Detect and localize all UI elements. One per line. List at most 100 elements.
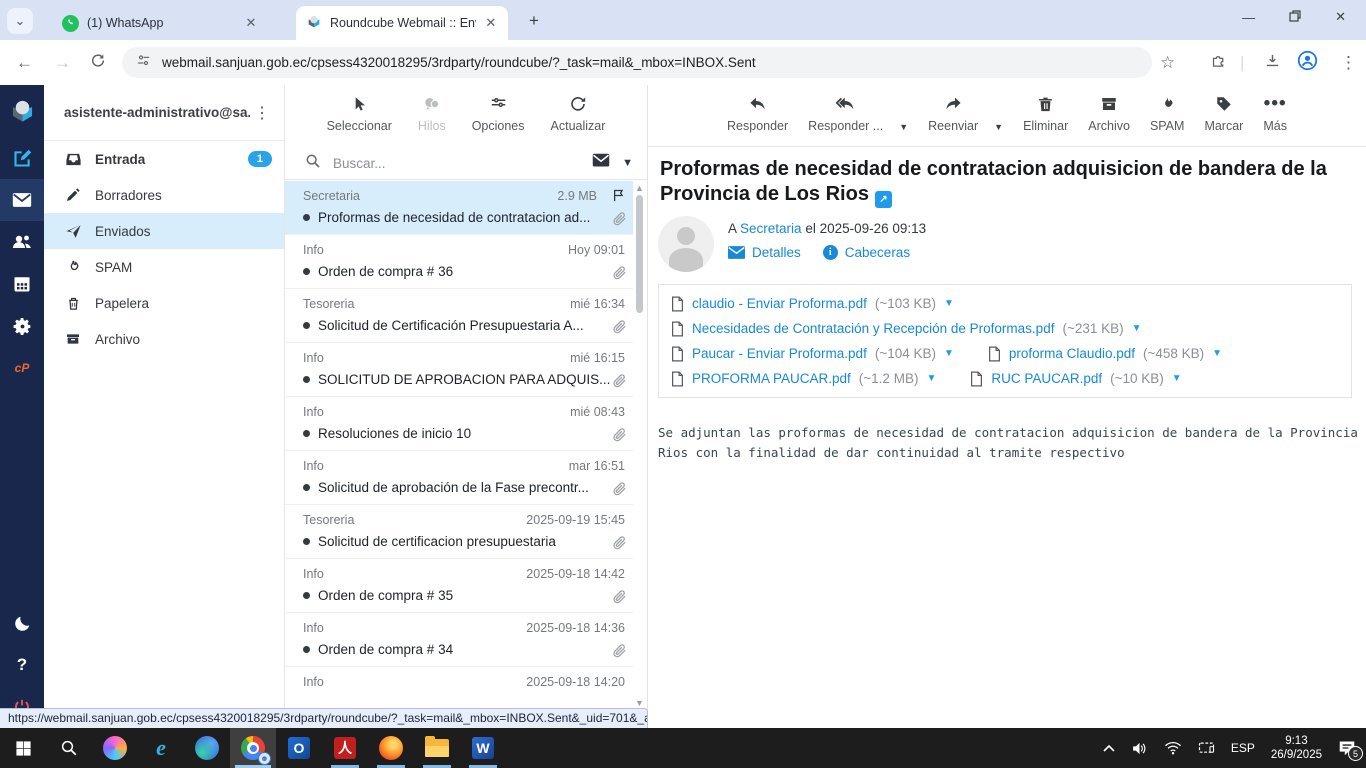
message-row[interactable]: Info 2025-09-18 14:36 Orden de compra # 3… xyxy=(285,613,633,667)
select-button[interactable]: Seleccionar xyxy=(327,93,392,147)
attachment-item[interactable]: Necesidades de Contratación y Recepción … xyxy=(671,320,1142,337)
downloads-icon[interactable] xyxy=(1264,52,1281,74)
mark-button[interactable]: Marcar xyxy=(1204,93,1243,146)
message-row[interactable]: Info mié 08:43 Resoluciones de inicio 10 xyxy=(285,397,633,451)
archive-button[interactable]: Archivo xyxy=(1088,93,1130,146)
flag-icon[interactable] xyxy=(611,188,627,208)
attachment-menu-icon[interactable]: ▼ xyxy=(1132,323,1142,334)
taskbar-search-button[interactable] xyxy=(46,728,92,768)
profile-avatar[interactable] xyxy=(1297,50,1318,76)
message-row[interactable]: Info mar 16:51 Solicitud de aprobación de… xyxy=(285,451,633,505)
url-bar[interactable]: webmail.sanjuan.gob.ec/cpsess4320018295/… xyxy=(122,47,1152,78)
delete-button[interactable]: Eliminar xyxy=(1023,93,1068,146)
tab-close-icon[interactable]: ✕ xyxy=(242,14,260,32)
reply-button[interactable]: Responder xyxy=(727,93,788,146)
folder-borradores[interactable]: Borradores xyxy=(44,177,284,213)
internet-explorer-icon[interactable]: e xyxy=(138,728,184,768)
start-button[interactable] xyxy=(0,728,46,768)
taskbar-word-button[interactable]: W xyxy=(460,728,506,768)
reply-all-dropdown-icon[interactable]: ▼ xyxy=(899,122,908,132)
wifi-icon[interactable] xyxy=(1164,741,1182,755)
more-button[interactable]: ••• Más xyxy=(1263,93,1287,146)
tab-search-button[interactable]: ⌄ xyxy=(7,8,33,34)
window-close-button[interactable]: ✕ xyxy=(1335,9,1346,25)
taskbar-clock[interactable]: 9:13 26/9/2025 xyxy=(1271,734,1322,762)
help-icon[interactable]: ? xyxy=(0,644,44,686)
refresh-button[interactable]: Actualizar xyxy=(551,93,605,147)
options-button[interactable]: Opciones xyxy=(472,93,525,147)
display-connect-icon[interactable] xyxy=(1198,741,1215,755)
folder-spam[interactable]: SPAM xyxy=(44,249,284,285)
folder-entrada[interactable]: Entrada 1 xyxy=(44,141,284,177)
reload-icon[interactable] xyxy=(90,52,106,73)
calendar-icon[interactable] xyxy=(0,263,44,305)
attachment-item[interactable]: claudio - Enviar Proforma.pdf (~103 KB) … xyxy=(671,295,954,312)
mail-icon[interactable] xyxy=(0,179,44,221)
attachment-menu-icon[interactable]: ▼ xyxy=(926,373,936,384)
window-restore-button[interactable] xyxy=(1289,9,1301,25)
message-row[interactable]: Secretaria 2.9 MB Proformas de necesidad … xyxy=(285,181,633,235)
forward-button[interactable]: Reenviar xyxy=(928,93,978,146)
attachment-menu-icon[interactable]: ▼ xyxy=(1212,348,1222,359)
attachment-item[interactable]: Paucar - Enviar Proforma.pdf (~104 KB) ▼ xyxy=(671,345,954,362)
language-indicator[interactable]: ESP xyxy=(1231,741,1255,755)
list-scrollbar[interactable]: ▲ ▼ xyxy=(634,183,645,724)
taskbar-firefox-button[interactable] xyxy=(368,728,414,768)
account-menu-icon[interactable]: ⋮ xyxy=(250,103,274,123)
edge-icon[interactable] xyxy=(184,728,230,768)
new-tab-button[interactable]: + xyxy=(522,9,546,33)
taskbar-explorer-button[interactable] xyxy=(414,728,460,768)
forward-dropdown-icon[interactable]: ▼ xyxy=(994,122,1003,132)
headers-toggle[interactable]: i Cabeceras xyxy=(822,245,910,260)
extensions-icon[interactable] xyxy=(1210,52,1227,74)
attachment-item[interactable]: RUC PAUCAR.pdf (~10 KB) ▼ xyxy=(970,370,1182,387)
folder-enviados[interactable]: Enviados xyxy=(44,213,284,249)
scroll-down-icon[interactable]: ▼ xyxy=(635,698,644,708)
search-options-chevron-icon[interactable]: ▼ xyxy=(622,157,633,169)
roundcube-logo[interactable] xyxy=(0,85,44,137)
message-row[interactable]: Info Hoy 09:01 Orden de compra # 36 xyxy=(285,235,633,289)
search-scope-mail-icon[interactable] xyxy=(592,153,610,173)
attachment-menu-icon[interactable]: ▼ xyxy=(944,298,954,309)
bookmark-star-icon[interactable]: ☆ xyxy=(1160,53,1175,73)
search-bar[interactable]: Buscar... ▼ xyxy=(285,147,647,180)
tray-chevron-up-icon[interactable] xyxy=(1103,744,1115,752)
cpanel-icon[interactable]: cP xyxy=(0,347,44,389)
taskbar-acrobat-button[interactable]: 人 xyxy=(322,728,368,768)
scrollbar-thumb[interactable] xyxy=(636,195,643,313)
copilot-icon[interactable] xyxy=(92,728,138,768)
attachment-item[interactable]: proforma Claudio.pdf (~458 KB) ▼ xyxy=(988,345,1222,362)
search-input[interactable]: Buscar... xyxy=(333,156,580,171)
taskbar-chrome-button[interactable]: ☻ xyxy=(230,728,276,768)
message-row[interactable]: Tesoreria 2025-09-19 15:45 Solicitud de c… xyxy=(285,505,633,559)
tab-roundcube[interactable]: Roundcube Webmail :: Enviados ✕ xyxy=(296,6,508,40)
volume-icon[interactable] xyxy=(1131,741,1148,756)
settings-gear-icon[interactable] xyxy=(0,305,44,347)
url-text[interactable]: webmail.sanjuan.gob.ec/cpsess4320018295/… xyxy=(162,55,756,70)
recipient-link[interactable]: Secretaria xyxy=(740,221,802,236)
reply-all-button[interactable]: Responder ... xyxy=(808,93,883,146)
details-toggle[interactable]: Detalles xyxy=(728,245,801,260)
taskbar-outlook-button[interactable]: O xyxy=(276,728,322,768)
message-row[interactable]: Info mié 16:15 SOLICITUD DE APROBACION PA… xyxy=(285,343,633,397)
notifications-icon[interactable]: 5 xyxy=(1338,740,1363,761)
attachment-menu-icon[interactable]: ▼ xyxy=(1172,373,1182,384)
tab-whatsapp[interactable]: (1) WhatsApp ✕ xyxy=(52,6,270,40)
open-in-new-window-icon[interactable]: ↗ xyxy=(874,191,892,208)
dark-mode-moon-icon[interactable] xyxy=(0,602,44,644)
browser-menu-icon[interactable]: ⋮ xyxy=(1340,53,1357,73)
folder-archivo[interactable]: Archivo xyxy=(44,321,284,357)
site-settings-icon[interactable] xyxy=(136,53,151,73)
window-minimize-button[interactable]: — xyxy=(1242,10,1255,25)
tab-close-icon[interactable]: ✕ xyxy=(484,14,498,32)
message-row[interactable]: Tesoreria mié 16:34 Solicitud de Certific… xyxy=(285,289,633,343)
folder-papelera[interactable]: Papelera xyxy=(44,285,284,321)
compose-icon[interactable] xyxy=(0,137,44,179)
message-row[interactable]: Info 2025-09-18 14:42 Orden de compra # 3… xyxy=(285,559,633,613)
attachment-menu-icon[interactable]: ▼ xyxy=(944,348,954,359)
contacts-icon[interactable] xyxy=(0,221,44,263)
scroll-up-icon[interactable]: ▲ xyxy=(635,183,644,193)
forward-icon[interactable]: → xyxy=(54,53,71,73)
attachment-item[interactable]: PROFORMA PAUCAR.pdf (~1.2 MB) ▼ xyxy=(671,370,936,387)
back-icon[interactable]: ← xyxy=(16,53,33,73)
